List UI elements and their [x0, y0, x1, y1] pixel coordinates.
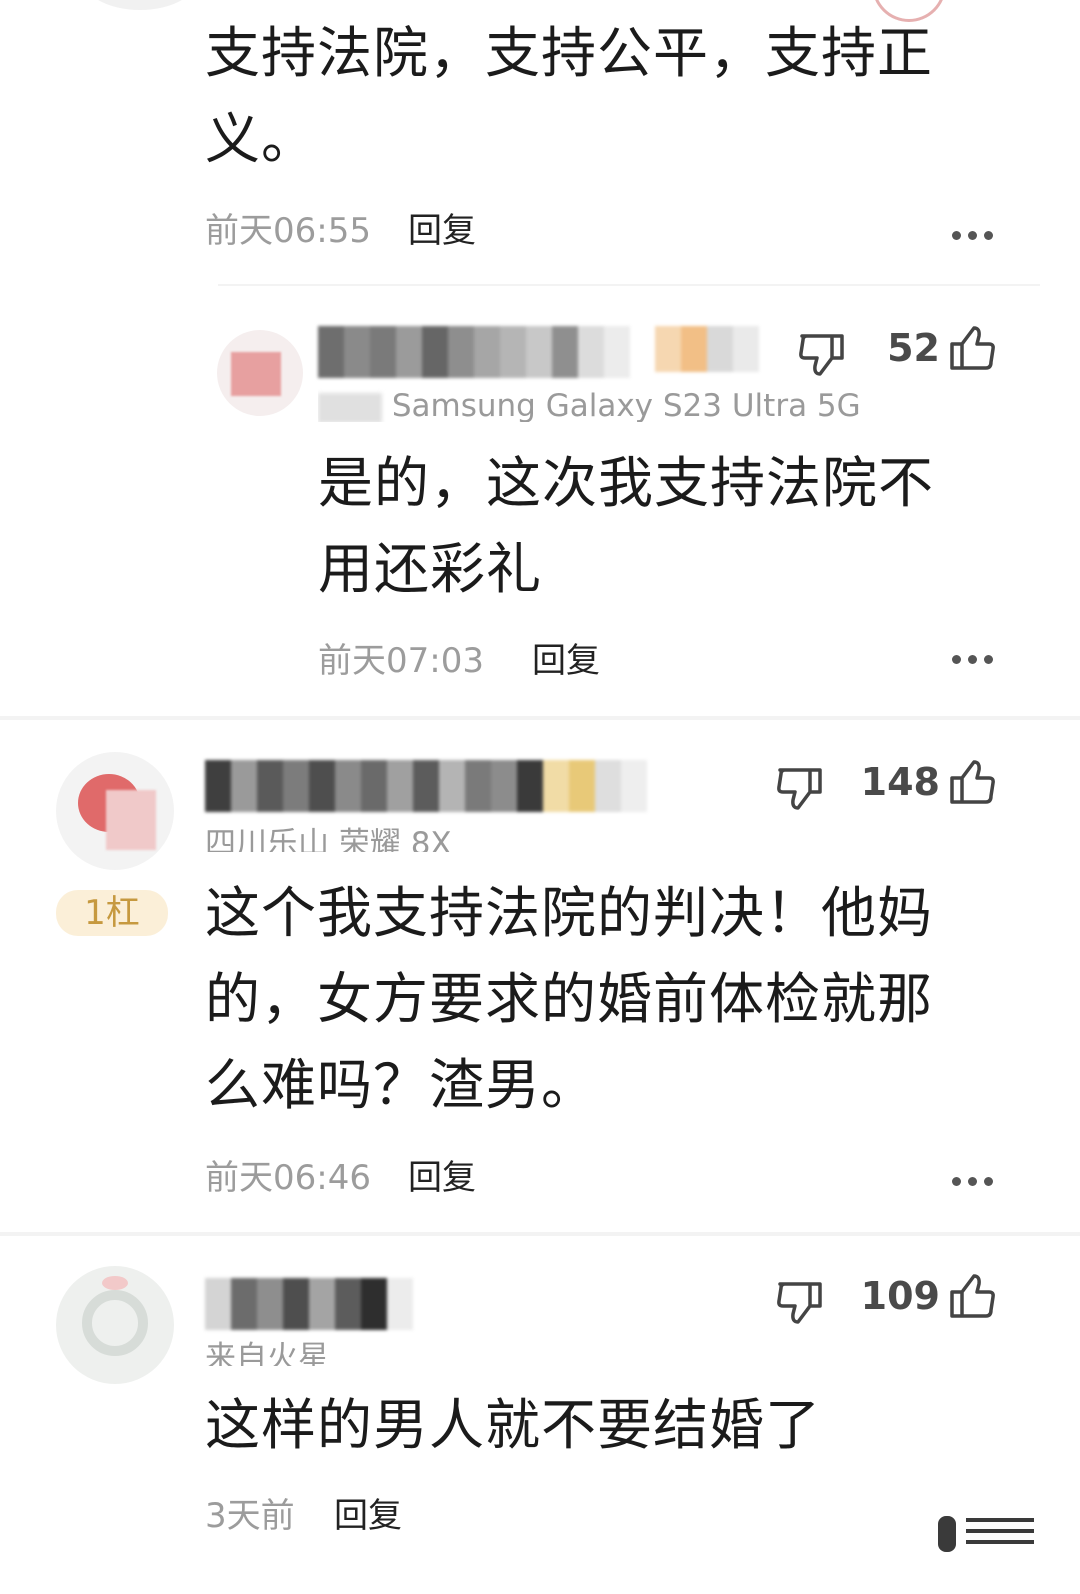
- scroll-handle-icon[interactable]: [938, 1516, 956, 1552]
- avatar[interactable]: [80, 0, 200, 10]
- device-info: Samsung Galaxy S23 Ultra 5G: [318, 388, 861, 422]
- username-redacted[interactable]: [318, 326, 630, 378]
- more-icon[interactable]: [952, 228, 996, 242]
- like-count: 52: [887, 326, 940, 370]
- reply-button[interactable]: 回复: [408, 203, 476, 252]
- comment-text: 是的，这次我支持法院不用还彩礼: [318, 451, 935, 601]
- like-icon[interactable]: [946, 322, 998, 374]
- comment-text: 这个我支持法院的判决！他妈的，女方要求的婚前体检就那么难吗？渣男。: [205, 881, 934, 1117]
- level-badge-redacted: [655, 326, 759, 372]
- like-count: 109: [860, 1274, 940, 1318]
- like-icon[interactable]: [946, 1270, 998, 1322]
- reply-button[interactable]: 回复: [532, 633, 600, 682]
- comment-time: 前天07:03: [318, 641, 484, 681]
- username-redacted[interactable]: [205, 1278, 413, 1330]
- divider: [0, 1232, 1080, 1236]
- like-count: 148: [860, 760, 940, 804]
- reply-button[interactable]: 回复: [408, 1150, 476, 1199]
- comment-time: 3天前: [205, 1496, 295, 1536]
- device-info: 来自火星: [205, 1340, 329, 1366]
- comment-time: 前天06:55: [205, 211, 371, 251]
- dislike-icon[interactable]: [796, 328, 848, 380]
- divider: [0, 716, 1080, 720]
- divider: [218, 284, 1040, 286]
- menu-lines-icon[interactable]: [966, 1518, 1034, 1548]
- rank-badge: 1杠: [56, 890, 168, 936]
- dislike-icon[interactable]: [774, 762, 826, 814]
- comment-text: 支持法院，支持公平，支持正义。: [205, 21, 934, 171]
- avatar[interactable]: [217, 330, 303, 416]
- avatar[interactable]: [56, 1266, 174, 1384]
- username-redacted[interactable]: [205, 760, 647, 812]
- device-info: 四川乐山 荣耀 8X: [205, 826, 452, 852]
- more-icon[interactable]: [952, 1174, 996, 1188]
- reply-button[interactable]: 回复: [334, 1488, 402, 1537]
- like-icon[interactable]: [946, 756, 998, 808]
- dislike-icon[interactable]: [774, 1276, 826, 1328]
- comment-page: 支持法院，支持公平，支持正义。 前天06:55 回复 52 Samsung Ga…: [0, 0, 1080, 1594]
- comment-time: 前天06:46: [205, 1158, 371, 1198]
- comment-text: 这样的男人就不要结婚了: [205, 1393, 822, 1457]
- more-icon[interactable]: [952, 652, 996, 666]
- avatar[interactable]: [56, 752, 174, 870]
